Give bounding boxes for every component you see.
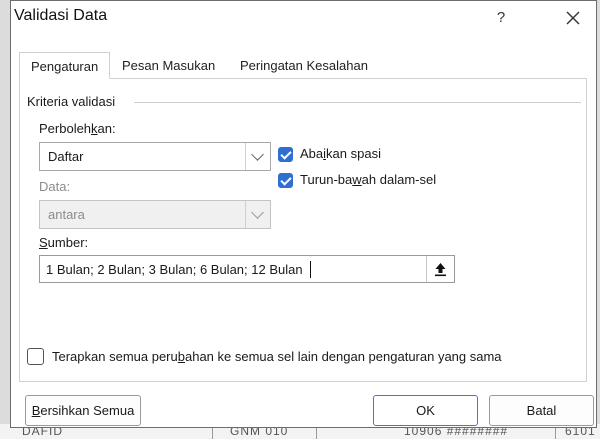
source-label-part: umber:: [47, 235, 89, 250]
dialog-title: Validasi Data: [14, 7, 108, 24]
ignore-blank-label-part: kan spasi: [326, 146, 381, 161]
tab-input-message[interactable]: Pesan Masukan: [111, 52, 226, 79]
close-button[interactable]: [556, 3, 590, 33]
source-label: Sumber:: [39, 235, 88, 250]
title-bar: Validasi Data ?: [11, 1, 596, 36]
data-validation-dialog: Validasi Data ? Pengaturan Pesan Masukan…: [10, 0, 597, 428]
source-input-value: 1 Bulan; 2 Bulan; 3 Bulan; 6 Bulan; 12 B…: [46, 262, 303, 277]
in-cell-dropdown-label-part: Turun-ba: [300, 172, 353, 187]
clear-all-button[interactable]: Bersihkan Semua: [25, 395, 141, 426]
data-label: Data:: [39, 179, 71, 194]
clear-all-label: ersihkan Semua: [40, 403, 135, 418]
in-cell-dropdown-label-part: ah dalam-sel: [361, 172, 437, 187]
allow-dropdown-button[interactable]: [245, 143, 270, 170]
apply-all-label-part: Terapkan semua peru: [52, 349, 178, 364]
group-divider: [134, 102, 581, 103]
chevron-down-icon: [251, 206, 264, 219]
text-caret: [310, 261, 311, 278]
apply-all-label-part: ahan ke semua sel lain dengan pengaturan…: [184, 349, 502, 364]
cancel-button[interactable]: Batal: [489, 395, 594, 426]
tab-settings[interactable]: Pengaturan: [19, 52, 111, 79]
in-cell-dropdown-checkbox[interactable]: [278, 173, 293, 188]
ignore-blank-label: Abaikan spasi: [300, 146, 381, 161]
allow-select[interactable]: Daftar: [39, 142, 271, 171]
data-dropdown-button[interactable]: [245, 201, 270, 228]
allow-label-part: Perboleh: [39, 121, 92, 136]
help-button[interactable]: ?: [487, 5, 515, 31]
in-cell-dropdown-accelerator: w: [352, 172, 362, 187]
data-select[interactable]: antara: [39, 200, 271, 229]
collapse-dialog-button[interactable]: [426, 256, 454, 282]
allow-select-value: Daftar: [48, 149, 84, 164]
ignore-blank-checkbox[interactable]: [278, 147, 293, 162]
allow-label: Perbolehkan:: [39, 121, 116, 136]
source-input[interactable]: 1 Bulan; 2 Bulan; 3 Bulan; 6 Bulan; 12 B…: [39, 255, 455, 283]
criteria-group-label: Kriteria validasi: [27, 94, 116, 109]
data-select-value: antara: [48, 207, 85, 222]
in-cell-dropdown-label: Turun-bawah dalam-sel: [300, 172, 436, 187]
chevron-down-icon: [251, 148, 264, 161]
ok-button[interactable]: OK: [373, 395, 478, 426]
source-label-accelerator: S: [39, 235, 48, 250]
arrow-up-icon: [435, 263, 446, 277]
ignore-blank-label-part: Aba: [300, 146, 324, 161]
apply-all-accelerator: b: [177, 349, 185, 364]
apply-all-label: Terapkan semua perubahan ke semua sel la…: [52, 349, 502, 364]
allow-label-part: an:: [97, 121, 116, 136]
apply-all-checkbox[interactable]: [27, 348, 44, 365]
tab-error-alert[interactable]: Peringatan Kesalahan: [229, 52, 379, 79]
close-icon: [566, 11, 580, 25]
